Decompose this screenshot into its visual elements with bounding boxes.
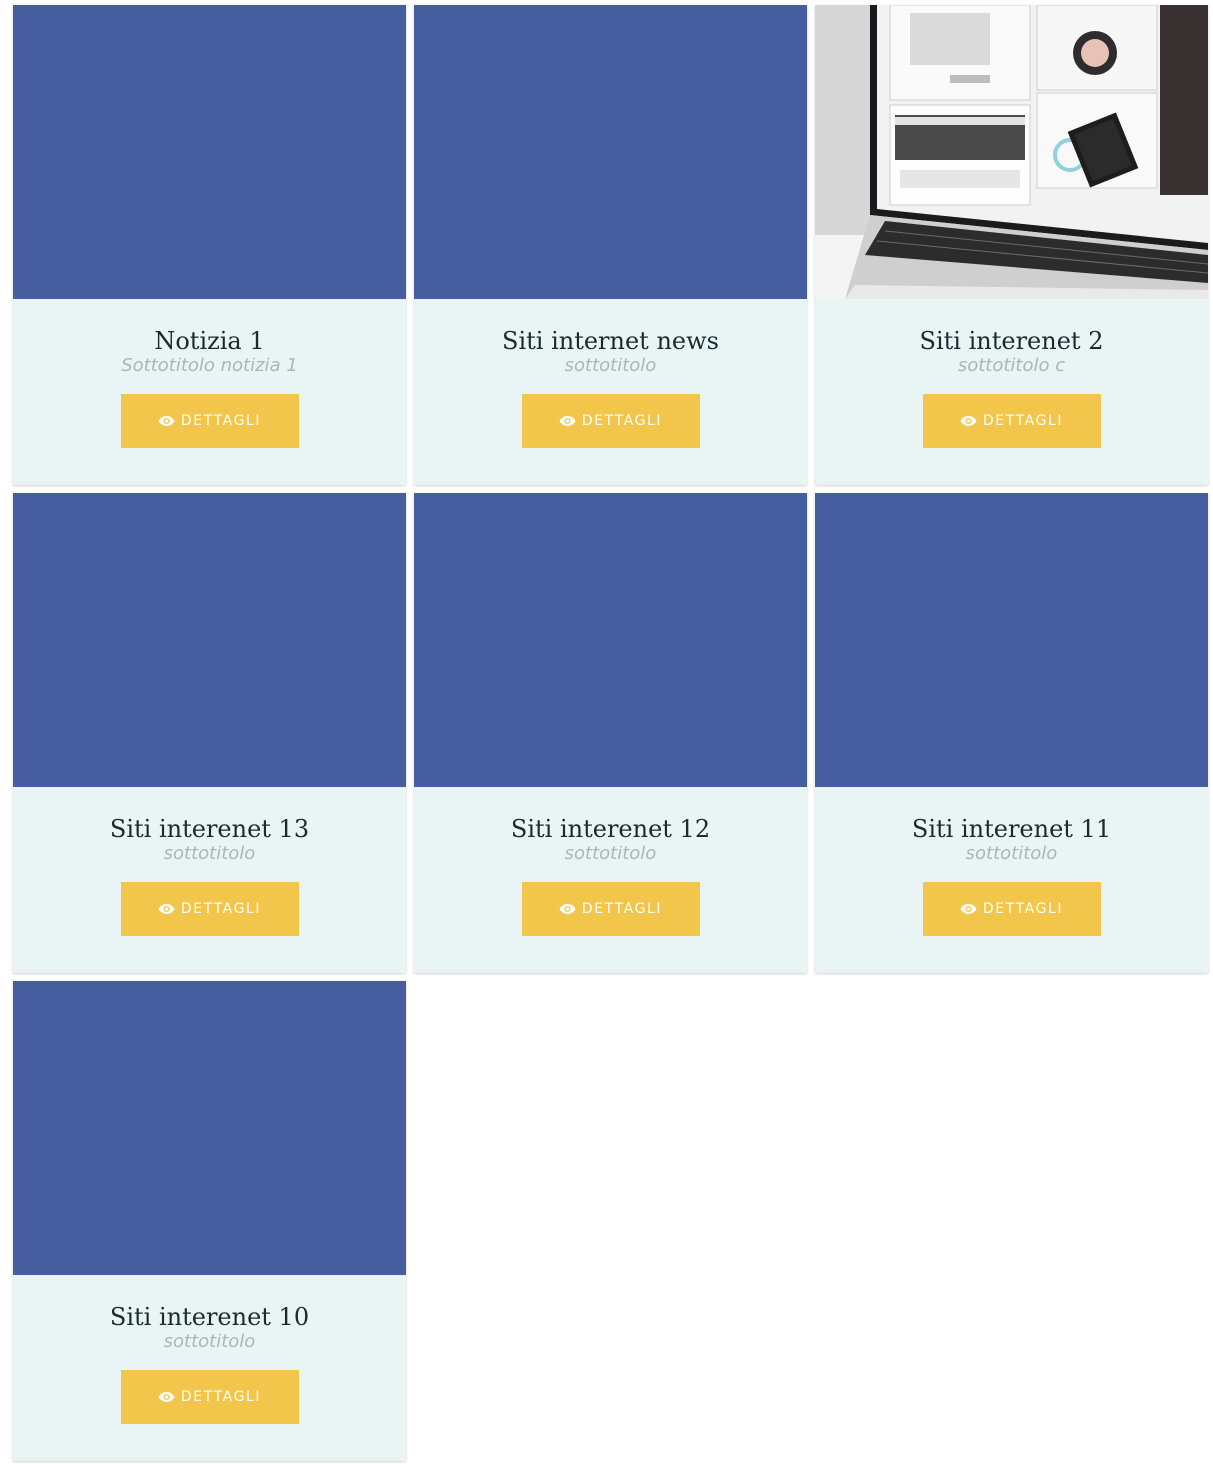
news-card: Siti interenet 12 sottotitolo DETTAGLI xyxy=(414,493,807,973)
news-card: Siti interenet 13 sottotitolo DETTAGLI xyxy=(13,493,406,973)
card-subtitle: sottotitolo c xyxy=(957,355,1066,376)
card-title: Siti interenet 13 xyxy=(109,815,310,843)
eye-icon xyxy=(559,904,576,914)
card-subtitle: sottotitolo xyxy=(564,355,657,376)
card-body: Siti interenet 11 sottotitolo DETTAGLI xyxy=(815,787,1208,936)
laptop-photo-illustration xyxy=(815,5,1208,299)
card-title: Siti interenet 12 xyxy=(510,815,711,843)
card-image-placeholder[interactable] xyxy=(13,981,406,1275)
news-card: Siti interenet 11 sottotitolo DETTAGLI xyxy=(815,493,1208,973)
card-body: Siti interenet 2 sottotitolo c DETTAGLI xyxy=(815,299,1208,448)
card-subtitle: Sottotitolo notizia 1 xyxy=(121,355,298,376)
news-grid: Notizia 1 Sottotitolo notizia 1 DETTAGLI… xyxy=(13,5,1208,1461)
card-body: Siti interenet 13 sottotitolo DETTAGLI xyxy=(13,787,406,936)
details-button-label: DETTAGLI xyxy=(180,1389,262,1405)
eye-icon xyxy=(158,416,175,426)
details-button[interactable]: DETTAGLI xyxy=(120,882,299,936)
card-subtitle: sottotitolo xyxy=(564,843,657,864)
details-button-label: DETTAGLI xyxy=(180,413,262,429)
card-subtitle: sottotitolo xyxy=(163,843,256,864)
details-button-label: DETTAGLI xyxy=(982,413,1064,429)
details-button-label: DETTAGLI xyxy=(982,901,1064,917)
eye-icon xyxy=(158,1392,175,1402)
card-image-placeholder[interactable] xyxy=(414,493,807,787)
details-button[interactable]: DETTAGLI xyxy=(521,394,700,448)
details-button[interactable]: DETTAGLI xyxy=(521,882,700,936)
details-button[interactable]: DETTAGLI xyxy=(120,1370,299,1424)
card-title: Siti internet news xyxy=(502,327,719,355)
card-title: Siti interenet 10 xyxy=(109,1303,310,1331)
card-title: Siti interenet 11 xyxy=(911,815,1112,843)
card-title: Siti interenet 2 xyxy=(919,327,1104,355)
card-subtitle: sottotitolo xyxy=(965,843,1058,864)
card-image-placeholder[interactable] xyxy=(815,493,1208,787)
details-button[interactable]: DETTAGLI xyxy=(922,882,1101,936)
news-card: Siti interenet 2 sottotitolo c DETTAGLI xyxy=(815,5,1208,485)
details-button-label: DETTAGLI xyxy=(180,901,262,917)
details-button-label: DETTAGLI xyxy=(581,901,663,917)
news-card: Siti interenet 10 sottotitolo DETTAGLI xyxy=(13,981,406,1461)
card-body: Notizia 1 Sottotitolo notizia 1 DETTAGLI xyxy=(13,299,406,448)
eye-icon xyxy=(158,904,175,914)
eye-icon xyxy=(559,416,576,426)
card-body: Siti interenet 12 sottotitolo DETTAGLI xyxy=(414,787,807,936)
card-image-placeholder[interactable] xyxy=(414,5,807,299)
card-body: Siti internet news sottotitolo DETTAGLI xyxy=(414,299,807,448)
news-card: Siti internet news sottotitolo DETTAGLI xyxy=(414,5,807,485)
card-subtitle: sottotitolo xyxy=(163,1331,256,1352)
details-button[interactable]: DETTAGLI xyxy=(922,394,1101,448)
news-card: Notizia 1 Sottotitolo notizia 1 DETTAGLI xyxy=(13,5,406,485)
card-title: Notizia 1 xyxy=(154,327,265,355)
details-button[interactable]: DETTAGLI xyxy=(120,394,299,448)
eye-icon xyxy=(960,416,977,426)
card-image-placeholder[interactable] xyxy=(13,493,406,787)
card-image-placeholder[interactable] xyxy=(13,5,406,299)
eye-icon xyxy=(960,904,977,914)
card-image-laptop-photo[interactable] xyxy=(815,5,1208,299)
card-body: Siti interenet 10 sottotitolo DETTAGLI xyxy=(13,1275,406,1424)
details-button-label: DETTAGLI xyxy=(581,413,663,429)
